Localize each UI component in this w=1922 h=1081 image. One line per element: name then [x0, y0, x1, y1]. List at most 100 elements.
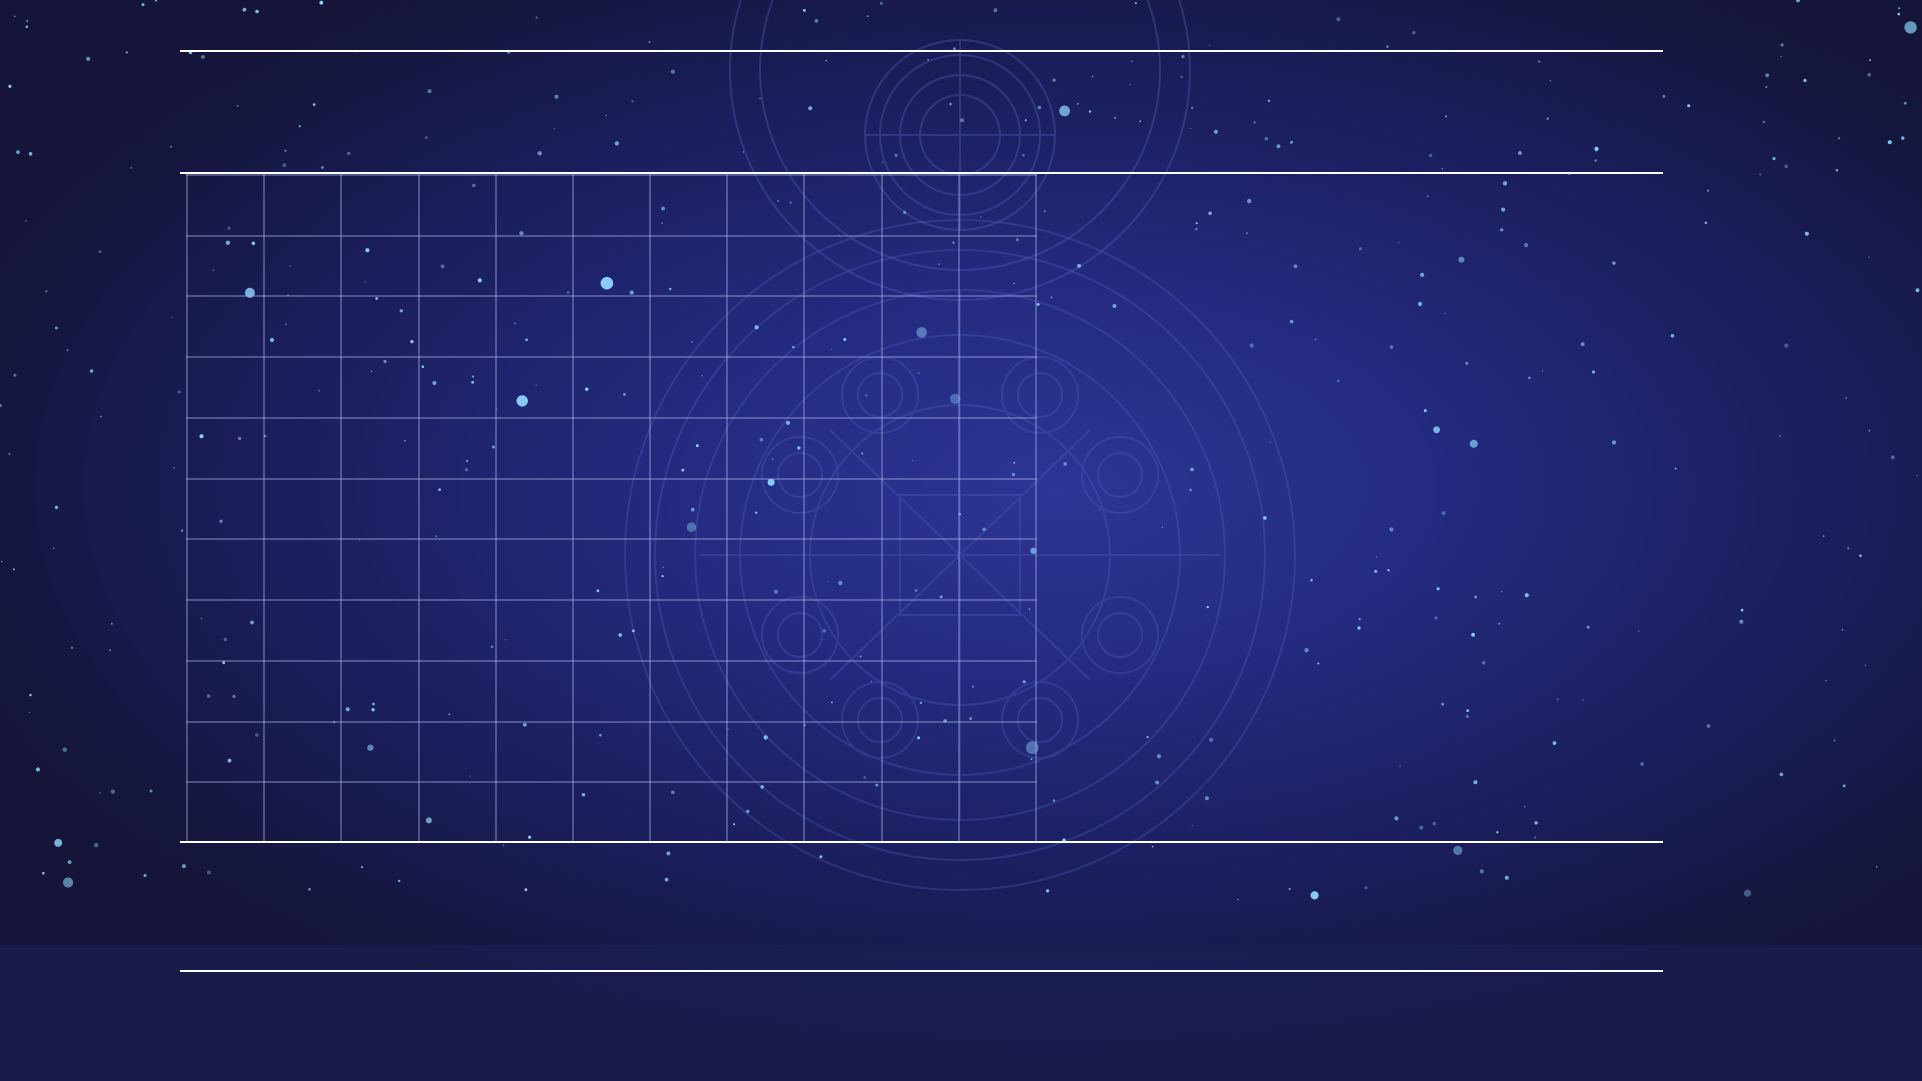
star	[1181, 55, 1185, 59]
star	[236, 105, 239, 107]
star	[1534, 821, 1538, 825]
star	[347, 151, 351, 156]
star	[1037, 105, 1042, 110]
star	[0, 403, 2, 408]
star	[1498, 622, 1501, 625]
star	[1246, 232, 1248, 234]
star	[1317, 662, 1320, 665]
star	[1445, 115, 1448, 118]
star	[1523, 805, 1526, 808]
star	[1859, 554, 1862, 558]
star	[1471, 632, 1475, 637]
star	[1834, 739, 1836, 742]
star	[12, 568, 15, 571]
star	[42, 871, 45, 875]
star	[1387, 569, 1390, 572]
star	[1389, 527, 1394, 532]
star	[89, 369, 94, 373]
star	[1052, 78, 1056, 82]
star	[111, 622, 113, 625]
rule-footer	[180, 970, 1663, 972]
star	[13, 15, 16, 18]
star	[1841, 628, 1844, 631]
star	[1898, 7, 1901, 10]
star	[1704, 221, 1708, 225]
star	[1612, 440, 1616, 445]
star	[1310, 891, 1319, 900]
star	[1264, 137, 1269, 141]
star	[1113, 116, 1117, 120]
star	[1638, 630, 1640, 632]
star	[814, 19, 819, 23]
star	[361, 866, 363, 869]
star	[1568, 173, 1571, 176]
star	[63, 877, 74, 888]
star	[298, 125, 301, 128]
star	[1433, 426, 1440, 434]
star	[535, 16, 538, 19]
star	[1146, 735, 1149, 739]
star	[614, 141, 619, 146]
star	[29, 693, 32, 697]
star	[759, 97, 761, 99]
star	[1552, 741, 1557, 745]
star	[1458, 256, 1465, 263]
star	[1502, 181, 1508, 186]
star	[1310, 578, 1313, 582]
star	[1036, 303, 1040, 306]
star	[1868, 429, 1871, 432]
star	[1276, 144, 1281, 149]
star	[1263, 516, 1267, 520]
star	[1504, 875, 1509, 880]
star	[312, 103, 316, 106]
star	[1822, 535, 1825, 537]
star	[1803, 78, 1807, 83]
star	[255, 9, 259, 14]
star	[1528, 376, 1531, 380]
star	[308, 887, 311, 891]
star	[171, 316, 173, 319]
star	[181, 529, 184, 532]
star	[201, 55, 205, 59]
star	[8, 452, 11, 455]
star	[25, 220, 27, 222]
star	[866, 15, 869, 18]
star	[1580, 342, 1585, 346]
star	[1707, 189, 1710, 192]
star	[1594, 146, 1599, 151]
star	[1501, 207, 1506, 212]
star	[1897, 12, 1901, 16]
star	[1063, 462, 1067, 466]
star	[1765, 73, 1770, 78]
star	[1594, 159, 1597, 162]
star	[110, 789, 115, 794]
star	[894, 153, 898, 158]
star	[13, 373, 17, 377]
star	[1304, 648, 1309, 653]
star	[424, 136, 428, 140]
star	[1500, 591, 1503, 593]
star	[949, 102, 952, 106]
star	[1838, 137, 1841, 140]
star	[1021, 153, 1025, 157]
star	[1, 560, 3, 563]
star	[62, 747, 67, 752]
star	[1743, 889, 1752, 897]
star	[1687, 104, 1691, 108]
star	[1130, 60, 1133, 63]
star	[125, 51, 128, 54]
star	[427, 89, 432, 94]
star	[1537, 60, 1541, 63]
star	[1670, 334, 1675, 338]
star	[1288, 887, 1291, 891]
star	[927, 59, 929, 61]
star	[1518, 151, 1522, 155]
star	[1337, 379, 1340, 383]
star	[1804, 231, 1809, 236]
star	[100, 415, 102, 418]
star	[1556, 698, 1559, 701]
star	[1269, 441, 1272, 443]
star	[1524, 243, 1529, 248]
star	[172, 466, 175, 469]
star	[1191, 825, 1193, 827]
